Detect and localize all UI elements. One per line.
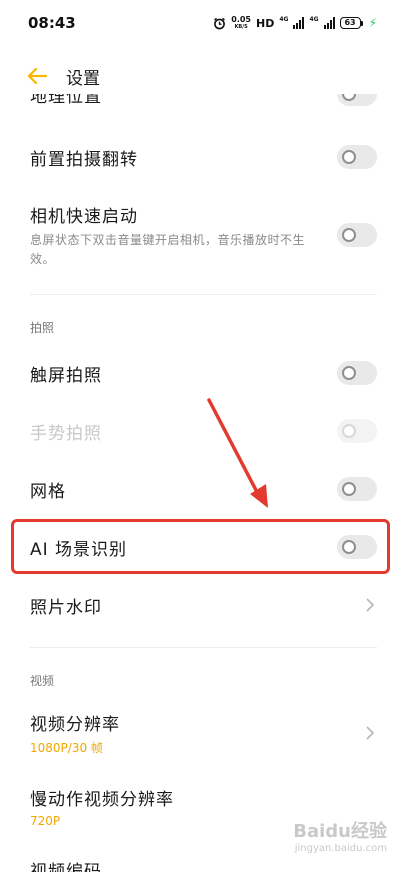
divider <box>30 294 377 295</box>
setting-description: 息屏状态下双击音量键开启相机，音乐播放时不生效。 <box>30 232 306 266</box>
status-icons: 0.05 KB/S HD 4G 4G 63 ⚡ <box>213 16 377 30</box>
setting-value: 1080P/30 帧 <box>30 741 103 755</box>
signal-icon <box>293 17 305 29</box>
setting-row-video-resolution[interactable]: 视频分辨率 1080P/30 帧 <box>0 708 401 758</box>
setting-label: 地理位置 <box>30 94 102 107</box>
gesture-shot-toggle <box>337 419 377 443</box>
setting-label: 手势拍照 <box>30 423 102 444</box>
setting-row-location[interactable]: 地理位置 <box>0 94 401 108</box>
setting-label: 触屏拍照 <box>30 365 102 386</box>
setting-row-watermark[interactable]: 照片水印 <box>0 588 401 622</box>
net-type-2: 4G <box>309 16 319 23</box>
setting-label: 视频分辨率 <box>30 715 120 735</box>
setting-row-touch-shot[interactable]: 触屏拍照 <box>0 356 401 390</box>
back-arrow-icon <box>27 67 48 85</box>
settings-list[interactable]: 地理位置 前置拍摄翻转 相机快速启动 息屏状态下双击音量键开启相机，音乐播放时不… <box>0 94 401 872</box>
net-speed-unit: KB/S <box>234 24 248 30</box>
battery-icon: 63 <box>339 17 363 29</box>
section-title-photo: 拍照 <box>30 321 55 335</box>
net-speed: 0.05 KB/S <box>231 15 251 31</box>
quick-launch-toggle[interactable] <box>337 223 377 247</box>
watermark-main: Baidu经验 <box>293 821 387 842</box>
app-header: 设置 <box>0 58 401 94</box>
watermark-sub: jingyan.baidu.com <box>294 843 387 854</box>
setting-label: 前置拍摄翻转 <box>30 149 138 170</box>
charging-bolt-icon: ⚡ <box>368 16 377 30</box>
status-time: 08:43 <box>28 14 76 32</box>
battery-level: 63 <box>339 17 361 29</box>
annotation-highlight-box <box>11 519 390 574</box>
setting-label: 视频编码 <box>30 861 102 872</box>
front-flip-toggle[interactable] <box>337 145 377 169</box>
signal-icon <box>323 17 335 29</box>
location-toggle[interactable] <box>337 94 377 106</box>
setting-label: 相机快速启动 <box>30 206 138 227</box>
watermark: Baidu经验 jingyan.baidu.com <box>293 817 387 854</box>
setting-row-front-flip[interactable]: 前置拍摄翻转 <box>0 140 401 174</box>
divider <box>30 647 377 648</box>
setting-row-gesture-shot: 手势拍照 <box>0 414 401 448</box>
grid-toggle[interactable] <box>337 477 377 501</box>
setting-label: 照片水印 <box>30 597 102 618</box>
page-title: 设置 <box>66 68 100 89</box>
chevron-right-icon <box>363 596 377 614</box>
alarm-icon <box>214 17 226 29</box>
hd-label: HD <box>256 16 275 30</box>
setting-row-video-codec[interactable]: 视频编码 <box>0 852 401 872</box>
setting-row-grid[interactable]: 网格 <box>0 472 401 506</box>
section-title-video: 视频 <box>30 674 55 688</box>
setting-label: 网格 <box>30 481 66 502</box>
status-bar: 08:43 0.05 KB/S HD 4G 4G 63 ⚡ <box>0 0 401 46</box>
chevron-right-icon <box>363 724 377 742</box>
touch-shot-toggle[interactable] <box>337 361 377 385</box>
setting-row-quick-launch[interactable]: 相机快速启动 息屏状态下双击音量键开启相机，音乐播放时不生效。 <box>0 196 401 274</box>
back-button[interactable] <box>12 58 62 94</box>
setting-label: 慢动作视频分辨率 <box>30 789 174 810</box>
net-type-1: 4G <box>279 16 289 23</box>
net-speed-value: 0.05 <box>231 15 251 24</box>
